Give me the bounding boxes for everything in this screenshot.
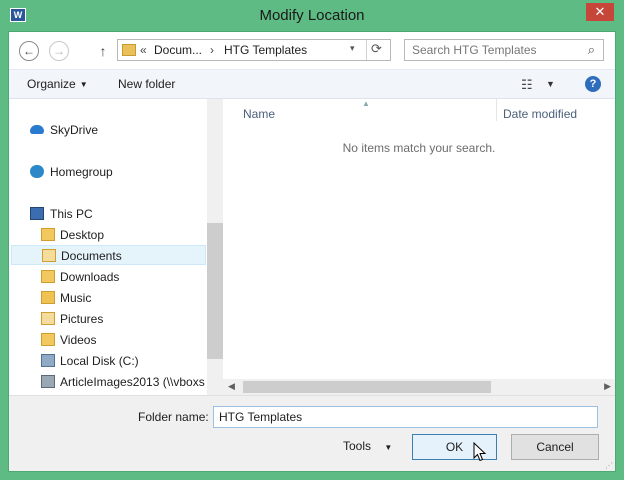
nav-item-videos[interactable]: Videos <box>23 330 203 350</box>
organize-label: Organize <box>27 77 76 91</box>
chevron-down-icon: ▼ <box>79 80 88 90</box>
forward-button[interactable]: → <box>49 41 69 61</box>
breadcrumb-documents[interactable]: Docum... <box>154 43 202 57</box>
title-bar[interactable]: W Modify Location ✕ <box>0 0 624 32</box>
search-placeholder: Search HTG Templates <box>412 43 537 57</box>
scroll-right-icon[interactable]: ▶ <box>604 381 611 392</box>
search-icon[interactable]: ⌕ <box>588 42 595 58</box>
documents-folder-icon <box>42 249 56 262</box>
dialog-window: W Modify Location ✕ ← → ↑ « Docum... › H… <box>0 0 624 480</box>
resize-grip-icon[interactable]: ⋰ <box>605 461 613 470</box>
nav-item-label: This PC <box>50 207 93 221</box>
file-list: ▲ Name Date modified No items match your… <box>223 99 615 395</box>
tools-button[interactable]: Tools ▼ <box>343 439 392 453</box>
nav-item-documents[interactable]: Documents <box>11 245 206 265</box>
command-bar: Organize ▼ New folder ☷ ▼ ? <box>9 69 615 99</box>
music-folder-icon <box>41 291 55 304</box>
computer-icon <box>30 207 44 220</box>
folder-icon <box>122 44 136 56</box>
scroll-left-icon[interactable]: ◀ <box>228 381 235 392</box>
nav-item-label: Documents <box>61 249 122 263</box>
folder-name-input[interactable] <box>213 406 598 428</box>
cancel-button[interactable]: Cancel <box>511 434 599 460</box>
chevron-down-icon: ▼ <box>384 443 393 452</box>
navigation-pane: SkyDrive Homegroup This PC Desktop Docum… <box>9 99 223 395</box>
nav-item-label: Music <box>60 291 92 305</box>
nav-item-homegroup[interactable]: Homegroup <box>23 162 203 182</box>
network-drive-icon <box>41 375 55 388</box>
change-view-icon[interactable]: ☷ <box>521 77 533 93</box>
horizontal-scrollbar[interactable]: ◀ ▶ <box>223 379 615 395</box>
column-divider[interactable] <box>496 99 497 121</box>
nav-item-music[interactable]: Music <box>23 288 203 308</box>
local-disk-icon <box>41 354 55 367</box>
window-title: Modify Location <box>259 7 365 24</box>
back-button[interactable]: ← <box>19 41 39 61</box>
help-icon[interactable]: ? <box>585 76 601 92</box>
refresh-icon[interactable]: ⟳ <box>371 41 382 57</box>
nav-item-skydrive[interactable]: SkyDrive <box>23 120 203 140</box>
downloads-folder-icon <box>41 270 55 283</box>
skydrive-icon <box>30 125 44 134</box>
videos-folder-icon <box>41 333 55 346</box>
address-dropdown-icon[interactable]: ▾ <box>350 43 355 54</box>
horizontal-scrollbar-thumb[interactable] <box>243 381 491 393</box>
nav-item-network-share[interactable]: ArticleImages2013 (\\vboxsr <box>23 372 205 392</box>
view-dropdown-icon[interactable]: ▼ <box>546 79 555 89</box>
folder-name-label: Folder name: <box>138 410 209 424</box>
nav-item-label: Videos <box>60 333 97 347</box>
nav-item-label: Desktop <box>60 228 105 242</box>
dialog-client: ← → ↑ « Docum... › HTG Templates ▾ ⟳ Sea… <box>8 31 616 472</box>
address-bar[interactable]: « Docum... › HTG Templates ▾ ⟳ <box>117 39 391 61</box>
column-header-name[interactable]: Name <box>243 107 275 121</box>
nav-item-label: SkyDrive <box>50 123 99 137</box>
new-folder-button[interactable]: New folder <box>118 77 175 91</box>
nav-item-desktop[interactable]: Desktop <box>23 225 203 245</box>
pictures-folder-icon <box>41 312 55 325</box>
breadcrumb-overflow[interactable]: « <box>140 43 147 57</box>
address-divider <box>366 40 367 60</box>
column-header-date-modified[interactable]: Date modified <box>503 107 577 121</box>
empty-message: No items match your search. <box>342 141 496 155</box>
desktop-folder-icon <box>41 228 55 241</box>
nav-item-label: Pictures <box>60 312 104 326</box>
nav-item-label: ArticleImages2013 (\\vboxsr <box>60 375 205 389</box>
tools-label: Tools <box>343 439 372 453</box>
mouse-cursor-icon <box>473 442 487 462</box>
breadcrumb-separator[interactable]: › <box>210 43 214 57</box>
nav-item-label: Homegroup <box>50 165 113 179</box>
breadcrumb-htg-templates[interactable]: HTG Templates <box>224 43 307 57</box>
nav-item-local-disk[interactable]: Local Disk (C:) <box>23 351 203 371</box>
homegroup-icon <box>30 165 44 178</box>
up-button[interactable]: ↑ <box>96 41 110 61</box>
search-box[interactable]: Search HTG Templates ⌕ <box>404 39 604 61</box>
dialog-footer: Folder name: Tools ▼ OK Cancel ⋰ <box>9 395 615 471</box>
nav-item-downloads[interactable]: Downloads <box>23 267 203 287</box>
close-button[interactable]: ✕ <box>586 3 614 21</box>
sort-ascending-icon: ▲ <box>362 99 370 108</box>
organize-button[interactable]: Organize ▼ <box>27 77 88 91</box>
nav-item-label: Downloads <box>60 270 120 284</box>
nav-item-this-pc[interactable]: This PC <box>23 204 203 224</box>
nav-scrollbar-thumb[interactable] <box>207 223 223 359</box>
nav-item-label: Local Disk (C:) <box>60 354 139 368</box>
nav-item-pictures[interactable]: Pictures <box>23 309 203 329</box>
